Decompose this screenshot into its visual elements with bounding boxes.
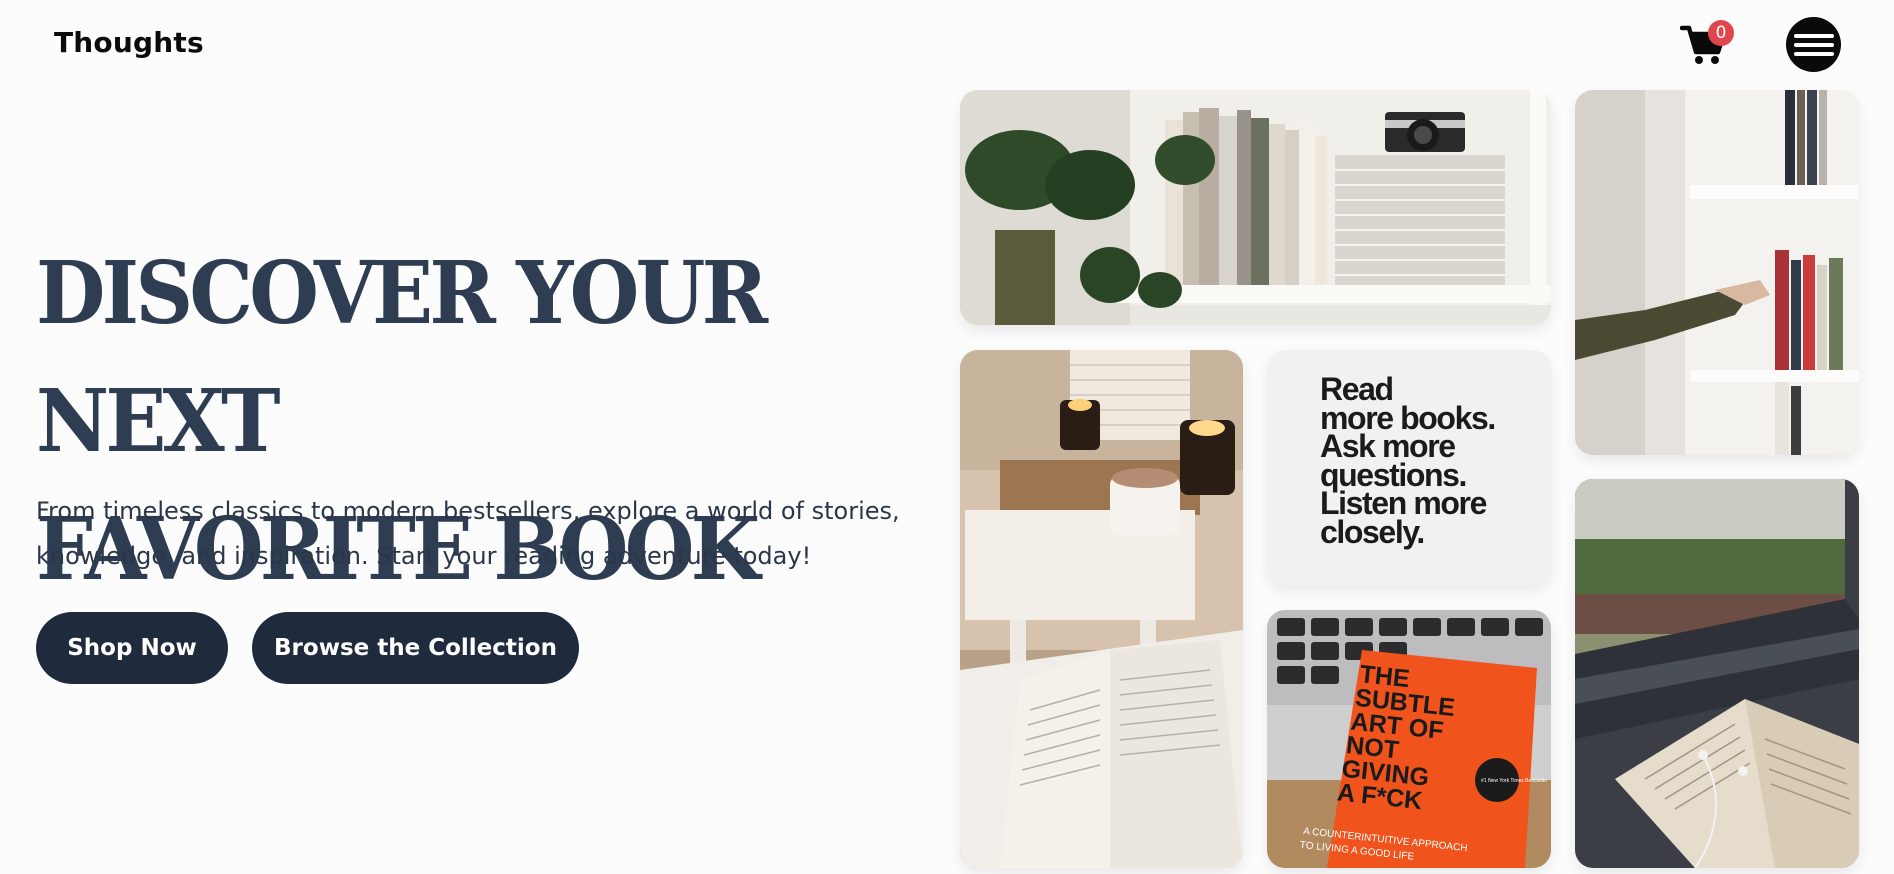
cart-count-badge: 0 — [1708, 20, 1734, 46]
hamburger-menu-line — [1793, 51, 1834, 56]
candles-open-book-photo — [960, 350, 1243, 868]
reaching-bookshelf-photo — [1575, 90, 1859, 455]
brand-logo[interactable]: Thoughts — [54, 26, 204, 59]
bestseller-badge-text: #1 New York Times Bestseller — [1481, 778, 1547, 784]
bookshelf-photo — [960, 90, 1551, 325]
hero-title-line: DISCOVER YOUR NEXT — [36, 243, 768, 472]
menu-button[interactable] — [1786, 17, 1841, 72]
cart-button[interactable]: 0 — [1679, 20, 1734, 68]
quote-line: closely. — [1320, 513, 1425, 550]
browse-collection-button[interactable]: Browse the Collection — [252, 612, 579, 684]
hero-subtitle-line: From timeless classics to modern bestsel… — [36, 497, 900, 525]
shop-now-button[interactable]: Shop Now — [36, 612, 228, 684]
hamburger-menu-icon — [1793, 33, 1834, 38]
reading-quote-card: Read more books. Ask more questions. Lis… — [1267, 350, 1551, 585]
train-window-book-photo — [1575, 479, 1859, 868]
hero-subtitle-line: knowledge, and inspiration. Start your r… — [36, 542, 812, 570]
reading-quote: Read more books. Ask more questions. Lis… — [1320, 373, 1496, 550]
book-cover-photo: THE SUBTLE ART OF NOT GIVING A F*CK A CO… — [1267, 610, 1551, 868]
hamburger-menu-line — [1793, 42, 1834, 47]
hero-subtitle: From timeless classics to modern bestsel… — [36, 489, 936, 579]
